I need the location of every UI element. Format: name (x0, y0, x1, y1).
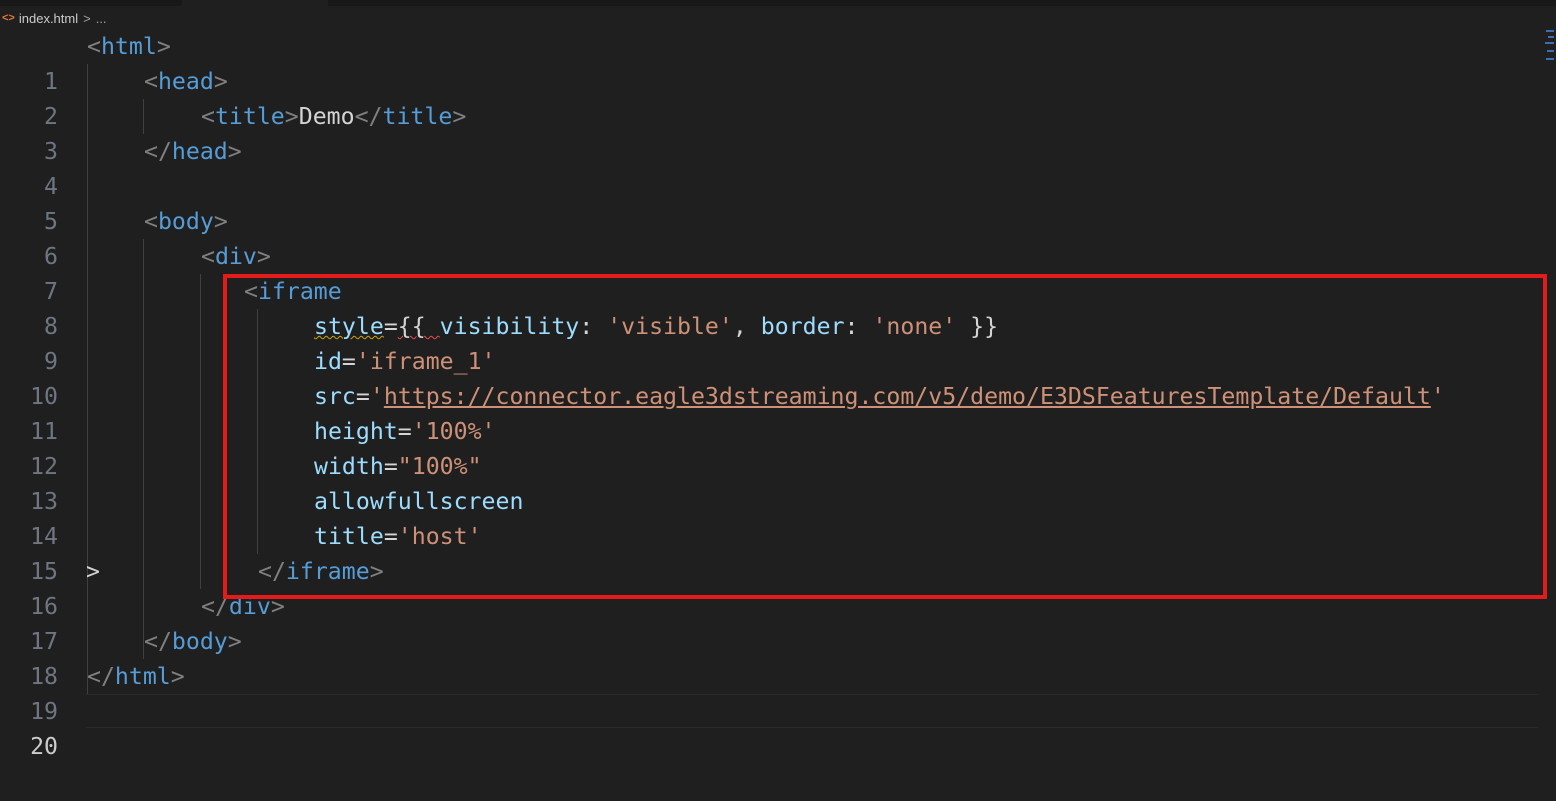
code-line: 20 (0, 694, 1540, 760)
tag-name: head (157, 68, 214, 95)
code-line: 7 <div> (0, 239, 1540, 305)
breadcrumb-symbols[interactable]: ... (96, 11, 107, 26)
highlight-annotation-box (223, 274, 1547, 599)
tag-name: body (157, 208, 214, 235)
code-line: 18 </body> (0, 624, 1540, 690)
code-line: 19 </html> (0, 659, 1540, 725)
tag-name: html (100, 33, 157, 60)
fold-marker[interactable]: > (86, 554, 100, 589)
chevron-right-icon: > (83, 10, 91, 26)
code-line: 1 <html> (0, 29, 1540, 95)
code-line: 3 <title>Demo</title> (0, 99, 1540, 165)
code-line: 2 <head> (0, 64, 1540, 130)
code-line: 5 (0, 169, 1540, 235)
code-line: 4 </head> (0, 134, 1540, 200)
tag-name: div (214, 243, 257, 270)
tag-name: body (171, 628, 228, 655)
breadcrumb-file[interactable]: index.html (19, 11, 78, 26)
code-line: 6 <body> (0, 204, 1540, 270)
tag-name: title (214, 103, 285, 130)
line-number: 20 (30, 733, 58, 760)
html-file-icon: <> (2, 12, 15, 24)
tag-name: html (114, 663, 171, 690)
breadcrumb: <> index.html > ... (0, 6, 1556, 30)
tag-name: head (171, 138, 228, 165)
tag-name: title (382, 103, 453, 130)
minimap[interactable] (1544, 30, 1556, 70)
text-content: Demo (298, 103, 355, 130)
